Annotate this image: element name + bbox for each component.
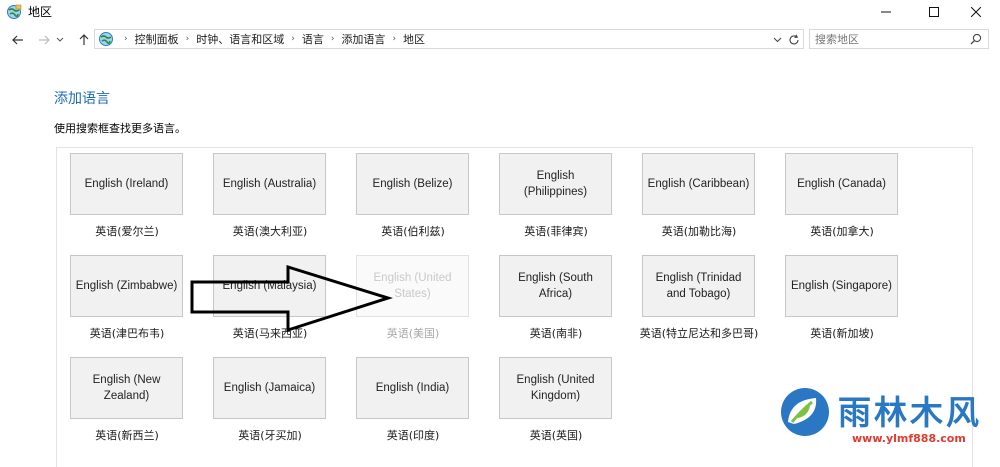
language-caption: 英语(新西兰)	[95, 429, 159, 442]
language-tile: English (United States)	[356, 255, 469, 317]
region-globe-icon	[7, 4, 22, 19]
window-title: 地区	[28, 5, 53, 19]
breadcrumb-item-add-language[interactable]: 添加语言	[341, 31, 385, 47]
page-description: 使用搜索框查找更多语言。	[54, 122, 186, 135]
language-item-english-caribbean[interactable]: English (Caribbean) 英语(加勒比海)	[629, 153, 773, 248]
title-bar: 地区	[0, 0, 1000, 26]
language-item-english-singapore[interactable]: English (Singapore) 英语(新加坡)	[772, 255, 916, 350]
breadcrumb-item-language[interactable]: 语言	[302, 31, 324, 47]
language-caption: 英语(澳大利亚)	[232, 225, 308, 238]
language-item-english-trinidad-tobago[interactable]: English (Trinidad and Tobago) 英语(特立尼达和多巴…	[629, 255, 773, 350]
language-item-english-australia[interactable]: English (Australia) 英语(澳大利亚)	[200, 153, 344, 248]
language-tile[interactable]: English (Australia)	[213, 153, 326, 215]
language-caption: 英语(加拿大)	[810, 225, 874, 238]
chevron-right-icon[interactable]: ›	[331, 34, 335, 44]
language-tile[interactable]: English (Belize)	[356, 153, 469, 215]
address-bar[interactable]: › 控制面板 › 时钟、语言和区域 › 语言 › 添加语言 › 地区	[94, 29, 804, 49]
up-arrow-icon	[79, 34, 89, 45]
address-dropdown-button[interactable]	[769, 32, 785, 48]
language-caption: 英语(爱尔兰)	[95, 225, 159, 238]
search-input[interactable]	[809, 29, 989, 49]
language-tile[interactable]: English (Ireland)	[70, 153, 183, 215]
language-caption: 英语(伯利兹)	[381, 225, 445, 238]
language-item-english-belize[interactable]: English (Belize) 英语(伯利兹)	[343, 153, 487, 248]
region-globe-icon	[99, 32, 113, 46]
watermark-leaf-logo-icon	[781, 388, 829, 436]
language-caption: 英语(印度)	[386, 429, 440, 442]
language-item-english-united-states: English (United States) 英语(美国)	[343, 255, 487, 350]
chevron-down-icon	[773, 37, 781, 43]
recent-locations-button[interactable]	[54, 30, 66, 50]
language-tile[interactable]: English (Trinidad and Tobago)	[642, 255, 755, 317]
forward-button[interactable]	[34, 30, 54, 50]
chevron-right-icon[interactable]: ›	[186, 34, 190, 44]
language-caption: 英语(南非)	[529, 327, 583, 340]
minimize-button[interactable]	[864, 0, 908, 24]
language-item-english-jamaica[interactable]: English (Jamaica) 英语(牙买加)	[200, 357, 344, 452]
breadcrumb-item-clock-language-region[interactable]: 时钟、语言和区域	[196, 31, 284, 47]
language-tile[interactable]: English (New Zealand)	[70, 357, 183, 419]
refresh-icon	[789, 34, 799, 45]
back-button[interactable]	[8, 30, 28, 50]
language-tile[interactable]: English (Caribbean)	[642, 153, 755, 215]
language-tile[interactable]: English (India)	[356, 357, 469, 419]
maximize-button[interactable]	[912, 0, 956, 24]
close-button[interactable]	[954, 0, 998, 24]
watermark-text: 雨林木风	[838, 393, 982, 432]
language-tile[interactable]: English (Zimbabwe)	[70, 255, 183, 317]
language-item-english-philippines[interactable]: English (Philippines) 英语(菲律宾)	[486, 153, 630, 248]
language-tile[interactable]: English (Philippines)	[499, 153, 612, 215]
language-item-english-malaysia[interactable]: English (Malaysia) 英语(马来西亚)	[200, 255, 344, 350]
language-tile[interactable]: English (United Kingdom)	[499, 357, 612, 419]
language-tile[interactable]: English (Singapore)	[785, 255, 898, 317]
page-title: 添加语言	[54, 91, 110, 107]
language-tile[interactable]: English (Jamaica)	[213, 357, 326, 419]
chevron-right-icon: ›	[124, 34, 128, 44]
forward-arrow-icon	[39, 35, 50, 45]
breadcrumb-item-region[interactable]: 地区	[403, 31, 425, 47]
language-item-english-india[interactable]: English (India) 英语(印度)	[343, 357, 487, 452]
minimize-icon	[881, 11, 891, 13]
language-caption: 英语(新加坡)	[810, 327, 874, 340]
language-caption: 英语(美国)	[386, 327, 440, 340]
up-button[interactable]	[74, 30, 94, 50]
language-item-english-south-africa[interactable]: English (South Africa) 英语(南非)	[486, 255, 630, 350]
chevron-right-icon[interactable]: ›	[392, 34, 396, 44]
language-tile[interactable]: English (Canada)	[785, 153, 898, 215]
language-item-english-zimbabwe[interactable]: English (Zimbabwe) 英语(津巴布韦)	[57, 255, 201, 350]
watermark: 雨林木风 www.ylmf888.com	[776, 380, 1000, 457]
search-icon[interactable]	[970, 33, 982, 45]
close-icon	[971, 7, 981, 17]
language-caption: 英语(英国)	[529, 429, 583, 442]
language-tile[interactable]: English (South Africa)	[499, 255, 612, 317]
language-item-english-ireland[interactable]: English (Ireland) 英语(爱尔兰)	[57, 153, 201, 248]
language-item-english-new-zealand[interactable]: English (New Zealand) 英语(新西兰)	[57, 357, 201, 452]
language-item-english-canada[interactable]: English (Canada) 英语(加拿大)	[772, 153, 916, 248]
language-item-english-united-kingdom[interactable]: English (United Kingdom) 英语(英国)	[486, 357, 630, 452]
language-caption: 英语(特立尼达和多巴哥)	[639, 327, 759, 340]
watermark-url: www.ylmf888.com	[852, 432, 966, 445]
language-caption: 英语(牙买加)	[238, 429, 302, 442]
maximize-icon	[929, 7, 939, 17]
recent-chevron-icon	[56, 37, 64, 42]
breadcrumb-item-control-panel[interactable]: 控制面板	[135, 31, 179, 47]
refresh-button[interactable]	[786, 31, 802, 49]
language-tile[interactable]: English (Malaysia)	[213, 255, 326, 317]
breadcrumb: › 控制面板 › 时钟、语言和区域 › 语言 › 添加语言 › 地区	[117, 30, 425, 48]
language-caption: 英语(加勒比海)	[661, 225, 737, 238]
language-caption: 英语(津巴布韦)	[89, 327, 165, 340]
language-caption: 英语(菲律宾)	[524, 225, 588, 238]
chevron-right-icon[interactable]: ›	[291, 34, 295, 44]
language-caption: 英语(马来西亚)	[232, 327, 308, 340]
back-arrow-icon	[12, 35, 23, 45]
